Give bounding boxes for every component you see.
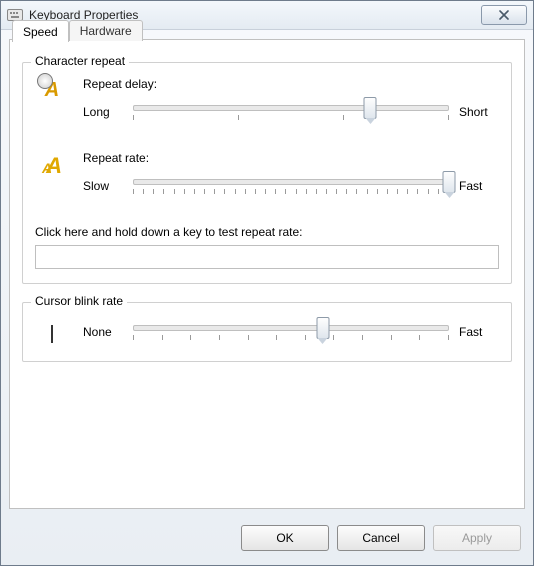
repeat-delay-label: Repeat delay:: [83, 77, 499, 91]
dialog-button-row: OK Cancel Apply: [241, 525, 521, 551]
repeat-delay-thumb[interactable]: [364, 97, 377, 119]
repeat-rate-label: Repeat rate:: [83, 151, 499, 165]
cursor-preview-icon: [35, 321, 69, 343]
test-repeat-label: Click here and hold down a key to test r…: [35, 225, 499, 239]
repeat-rate-icon: AA: [35, 151, 69, 179]
repeat-rate-slider[interactable]: [133, 171, 449, 201]
speed-panel: Character repeat A Repeat delay: Long: [10, 40, 524, 508]
cursor-blink-legend: Cursor blink rate: [31, 294, 127, 308]
tab-hardware-label: Hardware: [80, 24, 132, 38]
repeat-rate-left-label: Slow: [83, 179, 123, 193]
character-repeat-legend: Character repeat: [31, 54, 129, 68]
cancel-button[interactable]: Cancel: [337, 525, 425, 551]
tab-speed-label: Speed: [23, 25, 58, 39]
repeat-delay-right-label: Short: [459, 105, 499, 119]
tab-hardware[interactable]: Hardware: [69, 20, 143, 41]
tab-speed[interactable]: Speed: [12, 20, 69, 42]
repeat-delay-left-label: Long: [83, 105, 123, 119]
stopwatch-icon: [37, 73, 53, 89]
tab-strip: Speed Hardware: [12, 20, 143, 41]
repeat-rate-row: AA Repeat rate: Slow: [35, 151, 499, 201]
repeat-delay-slider[interactable]: [133, 97, 449, 127]
cursor-blink-right-label: Fast: [459, 325, 499, 339]
repeat-delay-icon: A: [35, 77, 69, 102]
repeat-rate-thumb[interactable]: [443, 171, 456, 193]
repeat-rate-right-label: Fast: [459, 179, 499, 193]
tab-client-area: Speed Hardware Character repeat A Repeat…: [9, 39, 525, 509]
keyboard-properties-window: Keyboard Properties Speed Hardware Chara…: [0, 0, 534, 566]
apply-button[interactable]: Apply: [433, 525, 521, 551]
cursor-blink-thumb[interactable]: [316, 317, 329, 339]
ok-button[interactable]: OK: [241, 525, 329, 551]
test-repeat-input[interactable]: [35, 245, 499, 269]
close-icon: [498, 10, 510, 20]
repeat-delay-row: A Repeat delay: Long Short: [35, 77, 499, 127]
character-repeat-group: Character repeat A Repeat delay: Long: [22, 62, 512, 284]
cursor-blink-group: Cursor blink rate None: [22, 302, 512, 362]
close-button[interactable]: [481, 5, 527, 25]
cursor-blink-left-label: None: [83, 325, 123, 339]
cursor-blink-slider[interactable]: [133, 317, 449, 347]
